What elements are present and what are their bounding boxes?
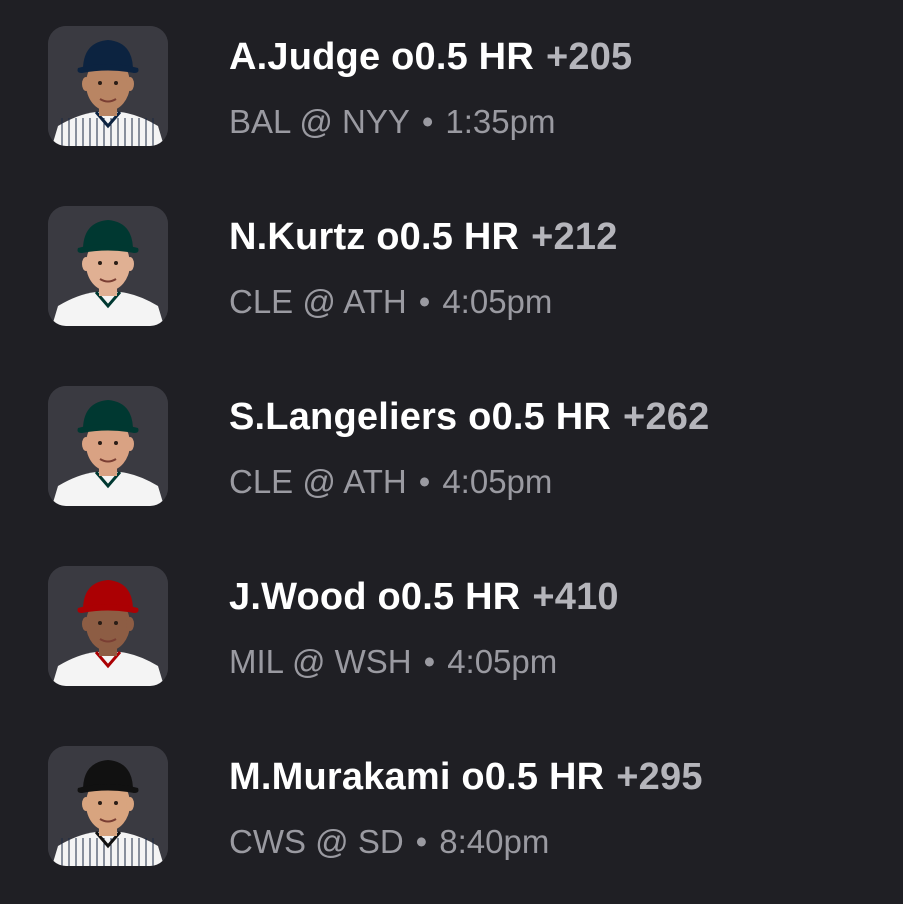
game-matchup: BAL @ NYY: [229, 103, 410, 140]
player-name: A.Judge: [229, 36, 381, 78]
prop-row[interactable]: J.Wood o0.5 HR +410 MIL @ WSH • 4:05pm: [0, 540, 903, 720]
prop-row[interactable]: M.Murakami o0.5 HR +295 CWS @ SD • 8:40pm: [0, 720, 903, 900]
game-time: 4:05pm: [442, 463, 553, 500]
separator-dot: •: [418, 283, 431, 320]
separator-dot: •: [418, 463, 431, 500]
prop-odds: +295: [616, 756, 703, 798]
separator-dot: •: [415, 823, 428, 860]
game-matchup: CLE @ ATH: [229, 283, 407, 320]
separator-dot: •: [423, 643, 436, 680]
prop-row[interactable]: N.Kurtz o0.5 HR +212 CLE @ ATH • 4:05pm: [0, 180, 903, 360]
prop-title: N.Kurtz o0.5 HR +212: [229, 216, 618, 259]
game-time: 8:40pm: [439, 823, 550, 860]
player-name: S.Langeliers: [229, 396, 458, 438]
prop-title: S.Langeliers o0.5 HR +262: [229, 396, 709, 439]
prop-title: M.Murakami o0.5 HR +295: [229, 756, 703, 799]
prop-title: J.Wood o0.5 HR +410: [229, 576, 619, 619]
prop-market: o0.5 HR: [377, 576, 521, 618]
prop-row[interactable]: S.Langeliers o0.5 HR +262 CLE @ ATH • 4:05p…: [0, 360, 903, 540]
game-time: 4:05pm: [442, 283, 553, 320]
player-name: N.Kurtz: [229, 216, 366, 258]
prop-market: o0.5 HR: [391, 36, 534, 78]
game-matchup: MIL @ WSH: [229, 643, 412, 680]
player-headshot: [48, 566, 168, 686]
game-matchup: CWS @ SD: [229, 823, 404, 860]
prop-market: o0.5 HR: [461, 756, 605, 798]
game-info: CLE @ ATH • 4:05pm: [229, 283, 552, 321]
player-name: J.Wood: [229, 576, 367, 618]
game-matchup: CLE @ ATH: [229, 463, 407, 500]
game-info: CLE @ ATH • 4:05pm: [229, 463, 552, 501]
game-time: 1:35pm: [445, 103, 556, 140]
separator-dot: •: [421, 103, 434, 140]
prop-odds: +410: [532, 576, 619, 618]
player-headshot: [48, 746, 168, 866]
prop-row[interactable]: A.Judge o0.5 HR +205 BAL @ NYY • 1:35pm: [0, 0, 903, 180]
player-headshot: [48, 206, 168, 326]
game-time: 4:05pm: [447, 643, 558, 680]
prop-title: A.Judge o0.5 HR +205: [229, 36, 632, 79]
player-headshot: [48, 386, 168, 506]
game-info: MIL @ WSH • 4:05pm: [229, 643, 557, 681]
prop-market: o0.5 HR: [468, 396, 612, 438]
game-info: CWS @ SD • 8:40pm: [229, 823, 549, 861]
prop-market: o0.5 HR: [376, 216, 520, 258]
prop-odds: +212: [531, 216, 618, 258]
prop-odds: +262: [623, 396, 710, 438]
prop-list: A.Judge o0.5 HR +205 BAL @ NYY • 1:35pm N.K…: [0, 0, 903, 904]
player-headshot: [48, 26, 168, 146]
player-name: M.Murakami: [229, 756, 451, 798]
prop-odds: +205: [545, 36, 633, 78]
game-info: BAL @ NYY • 1:35pm: [229, 103, 555, 141]
